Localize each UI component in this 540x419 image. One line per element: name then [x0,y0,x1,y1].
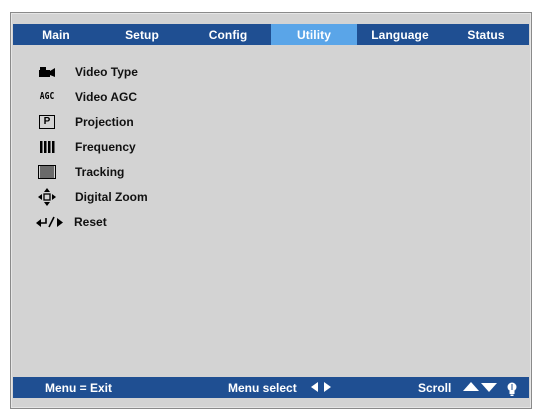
tab-config[interactable]: Config [185,24,271,45]
reset-icon [36,213,64,231]
menu-item-projection[interactable]: P Projection [36,109,148,134]
menu-select-hint: Menu select [228,381,297,395]
menu-item-label: Projection [75,114,134,129]
menu-item-label: Reset [74,214,107,229]
menu-item-video-agc[interactable]: AGC Video AGC [36,84,148,109]
menu-item-label: Video AGC [75,89,138,104]
menu-item-label: Digital Zoom [75,189,148,204]
up-down-arrows-icon [463,381,497,396]
tracking-icon [36,163,58,181]
menu-item-label: Video Type [75,64,138,79]
projection-icon-text: P [39,114,55,129]
agc-icon: AGC [36,88,58,106]
tab-bar: Main Setup Config Utility Language Statu… [13,24,529,45]
agc-icon-text: AGC [39,91,55,102]
tab-main[interactable]: Main [13,24,99,45]
menu-item-video-type[interactable]: Video Type [36,59,148,84]
video-camera-icon [36,63,58,81]
utility-menu: Video Type AGC Video AGC P Projection Fr… [36,59,148,234]
footer-bar: Menu = Exit Menu select Scroll [13,377,529,398]
menu-item-label: Tracking [75,164,125,179]
tab-setup[interactable]: Setup [99,24,185,45]
tab-language[interactable]: Language [357,24,443,45]
projection-icon: P [36,113,58,131]
menu-exit-hint: Menu = Exit [45,381,113,395]
tab-utility[interactable]: Utility [271,24,357,45]
lightbulb-icon [506,381,518,400]
frequency-icon [36,138,58,156]
menu-item-digital-zoom[interactable]: Digital Zoom [36,184,148,209]
menu-item-reset[interactable]: Reset [36,209,148,234]
move-arrows-icon [36,187,58,206]
menu-item-label: Frequency [75,139,136,154]
menu-item-tracking[interactable]: Tracking [36,159,148,184]
left-right-arrows-icon [311,381,331,396]
scroll-hint: Scroll [418,381,452,395]
menu-item-frequency[interactable]: Frequency [36,134,148,159]
tab-status[interactable]: Status [443,24,529,45]
